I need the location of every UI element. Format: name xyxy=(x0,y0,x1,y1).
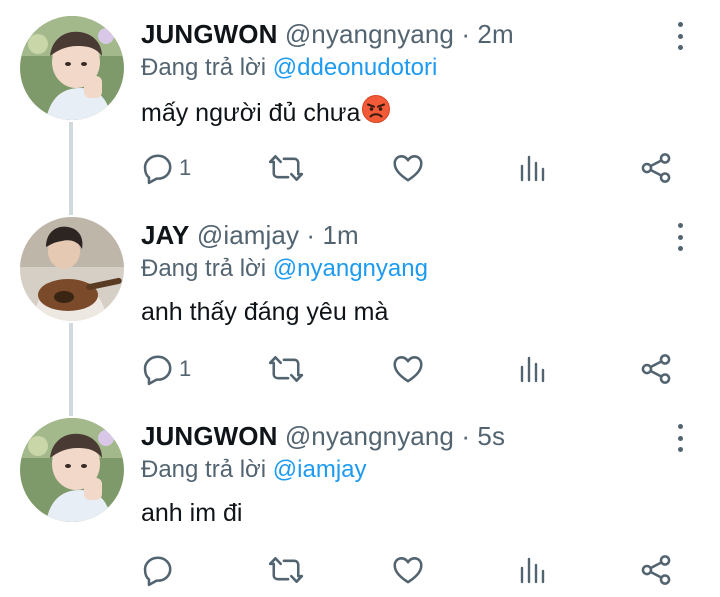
reply-mention-link[interactable]: @iamjay xyxy=(273,456,367,483)
user-handle[interactable]: @iamjay xyxy=(197,220,299,250)
tweet-text-body: mấy người đủ chưa xyxy=(141,99,361,127)
tweet-actions: 1 xyxy=(141,150,681,186)
reply-icon xyxy=(141,352,175,386)
tweet-header: JUNGWON @nyangnyang · 2m xyxy=(141,18,660,50)
tweet-timestamp[interactable]: 5s xyxy=(477,421,505,451)
reply-count: 1 xyxy=(179,356,192,381)
display-name[interactable]: JUNGWON xyxy=(141,421,277,451)
avatar-photo-icon xyxy=(20,418,124,522)
reply-mention-link[interactable]: @ddeonudotori xyxy=(273,54,437,81)
reply-count: 1 xyxy=(179,155,192,180)
tweet-item[interactable]: JUNGWON @nyangnyang · 5s Đang trả lời @i… xyxy=(0,402,720,597)
reply-button[interactable]: 1 xyxy=(141,150,191,186)
tweet-timestamp[interactable]: 2m xyxy=(477,19,513,49)
avatar-photo-icon xyxy=(20,16,124,120)
tweet-timestamp[interactable]: 1m xyxy=(322,220,358,250)
share-icon xyxy=(639,553,673,587)
more-options-icon[interactable] xyxy=(670,22,690,50)
replying-to: Đang trả lời @ddeonudotori xyxy=(141,52,660,84)
reply-icon xyxy=(141,151,175,185)
tweet-content: JUNGWON @nyangnyang · 5s Đang trả lời @i… xyxy=(141,420,660,530)
display-name[interactable]: JAY xyxy=(141,220,190,250)
avatar[interactable] xyxy=(20,217,124,321)
replying-to-label: Đang trả lời xyxy=(141,255,267,282)
angry-face-icon xyxy=(361,94,391,133)
heart-icon xyxy=(391,553,425,587)
views-chart-icon xyxy=(517,553,549,587)
reply-button[interactable] xyxy=(141,552,175,588)
tweet-text: anh im đi xyxy=(141,496,660,530)
share-button[interactable] xyxy=(639,351,673,387)
like-button[interactable] xyxy=(391,351,425,387)
share-icon xyxy=(639,151,673,185)
share-button[interactable] xyxy=(639,552,673,588)
retweet-icon xyxy=(267,151,305,185)
tweet-header: JUNGWON @nyangnyang · 5s xyxy=(141,420,660,452)
display-name[interactable]: JUNGWON xyxy=(141,19,277,49)
tweet-thread: JUNGWON @nyangnyang · 2m Đang trả lời @d… xyxy=(0,0,720,597)
reply-mention-link[interactable]: @nyangnyang xyxy=(273,255,428,282)
views-button[interactable] xyxy=(517,351,549,387)
user-handle[interactable]: @nyangnyang xyxy=(285,421,454,451)
tweet-item[interactable]: JAY @iamjay · 1m Đang trả lời @nyangnyan… xyxy=(0,201,720,416)
avatar[interactable] xyxy=(20,418,124,522)
tweet-content: JAY @iamjay · 1m Đang trả lời @nyangnyan… xyxy=(141,219,660,329)
tweet-actions: 1 xyxy=(141,351,681,387)
retweet-button[interactable] xyxy=(267,552,305,588)
views-button[interactable] xyxy=(517,150,549,186)
tweet-text-body: anh thấy đáng yêu mà xyxy=(141,298,389,326)
replying-to: Đang trả lời @iamjay xyxy=(141,454,660,486)
retweet-icon xyxy=(267,553,305,587)
replying-to-label: Đang trả lời xyxy=(141,456,267,483)
views-chart-icon xyxy=(517,352,549,386)
avatar-photo-icon xyxy=(20,217,124,321)
retweet-button[interactable] xyxy=(267,150,305,186)
views-button[interactable] xyxy=(517,552,549,588)
share-button[interactable] xyxy=(639,150,673,186)
separator-dot: · xyxy=(461,421,471,451)
like-button[interactable] xyxy=(391,552,425,588)
user-handle[interactable]: @nyangnyang xyxy=(285,19,454,49)
heart-icon xyxy=(391,352,425,386)
more-options-icon[interactable] xyxy=(670,424,690,452)
replying-to-label: Đang trả lời xyxy=(141,54,267,81)
retweet-icon xyxy=(267,352,305,386)
avatar[interactable] xyxy=(20,16,124,120)
reply-icon xyxy=(141,553,175,587)
tweet-content: JUNGWON @nyangnyang · 2m Đang trả lời @d… xyxy=(141,18,660,133)
tweet-actions xyxy=(141,552,681,588)
share-icon xyxy=(639,352,673,386)
tweet-header: JAY @iamjay · 1m xyxy=(141,219,660,251)
more-options-icon[interactable] xyxy=(670,223,690,251)
retweet-button[interactable] xyxy=(267,351,305,387)
views-chart-icon xyxy=(517,151,549,185)
heart-icon xyxy=(391,151,425,185)
separator-dot: · xyxy=(306,220,316,250)
tweet-item[interactable]: JUNGWON @nyangnyang · 2m Đang trả lời @d… xyxy=(0,0,720,215)
tweet-text-body: anh im đi xyxy=(141,499,243,527)
tweet-text: mấy người đủ chưa xyxy=(141,94,660,133)
like-button[interactable] xyxy=(391,150,425,186)
replying-to: Đang trả lời @nyangnyang xyxy=(141,253,660,285)
tweet-text: anh thấy đáng yêu mà xyxy=(141,295,660,329)
reply-button[interactable]: 1 xyxy=(141,351,191,387)
separator-dot: · xyxy=(461,19,471,49)
